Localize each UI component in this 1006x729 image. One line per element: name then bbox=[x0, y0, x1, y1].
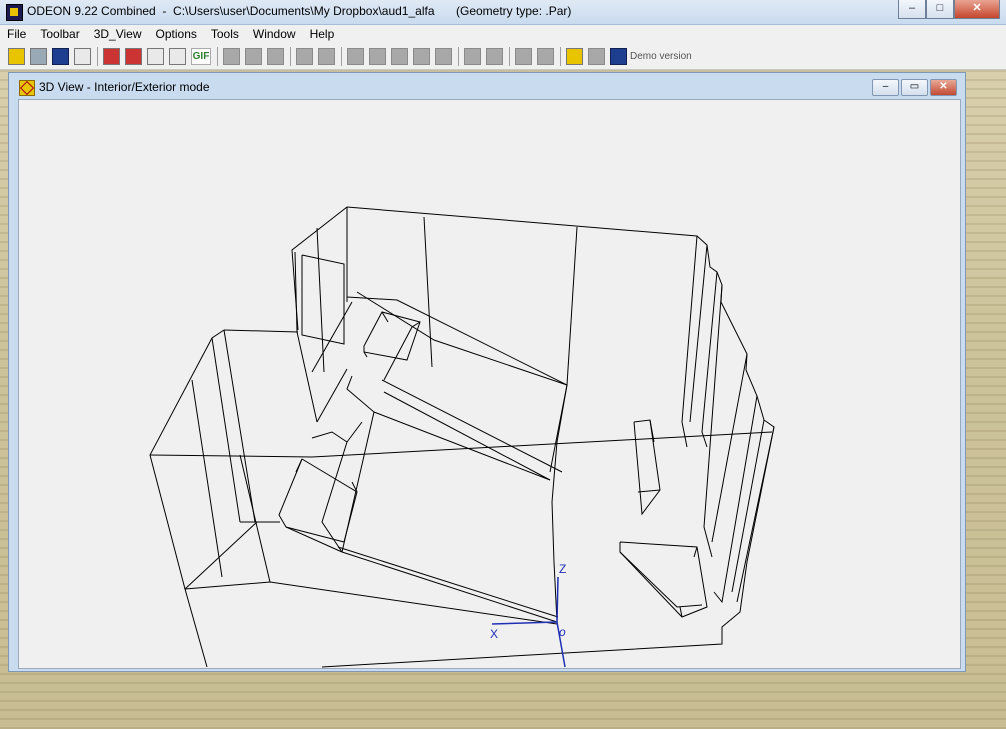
window-caption-buttons: – □ ✕ bbox=[898, 0, 1000, 19]
scatter-icon[interactable] bbox=[169, 48, 186, 65]
wireframe-lines bbox=[149, 206, 775, 668]
toolbar-separator bbox=[217, 47, 218, 66]
menu-file[interactable]: File bbox=[0, 25, 33, 44]
toolbar-separator bbox=[341, 47, 342, 66]
close-button[interactable]: ✕ bbox=[954, 0, 1000, 19]
3d-view-caption-buttons: – ▭ ✕ bbox=[872, 79, 957, 96]
room-wireframe[interactable]: Z X o bbox=[19, 100, 961, 669]
geometry-type-label: (Geometry type: .Par) bbox=[456, 4, 572, 18]
info-icon[interactable] bbox=[223, 48, 240, 65]
menu-toolbar[interactable]: Toolbar bbox=[33, 25, 86, 44]
page-icon[interactable] bbox=[267, 48, 284, 65]
room-icon[interactable] bbox=[30, 48, 47, 65]
origin-label: o bbox=[559, 625, 566, 639]
menu-help[interactable]: Help bbox=[303, 25, 342, 44]
child-restore-button[interactable]: ▭ bbox=[901, 79, 928, 96]
menu-tools[interactable]: Tools bbox=[204, 25, 246, 44]
3d-view-title: 3D View - Interior/Exterior mode bbox=[39, 80, 210, 94]
demo-version-label: Demo version bbox=[630, 51, 692, 62]
fan-icon[interactable] bbox=[413, 48, 430, 65]
menu-bar: File Toolbar 3D_View Options Tools Windo… bbox=[0, 25, 1006, 44]
hatch-icon[interactable] bbox=[369, 48, 386, 65]
x-axis bbox=[491, 621, 558, 625]
list-icon[interactable] bbox=[435, 48, 452, 65]
menu-options[interactable]: Options bbox=[149, 25, 204, 44]
square-icon[interactable] bbox=[537, 48, 554, 65]
maximize-button[interactable]: □ bbox=[926, 0, 954, 19]
child-close-button[interactable]: ✕ bbox=[930, 79, 957, 96]
3d-view-title-bar[interactable]: 3D View - Interior/Exterior mode – ▭ ✕ bbox=[9, 73, 965, 99]
open-folder-icon[interactable] bbox=[8, 48, 25, 65]
3d-view-icon[interactable] bbox=[19, 80, 35, 96]
child-minimize-button[interactable]: – bbox=[872, 79, 899, 96]
speaker-icon[interactable] bbox=[296, 48, 313, 65]
toolbar-separator bbox=[509, 47, 510, 66]
menu-window[interactable]: Window bbox=[246, 25, 303, 44]
report-icon[interactable] bbox=[103, 48, 120, 65]
flag-icon[interactable] bbox=[588, 48, 605, 65]
cube-icon[interactable] bbox=[610, 48, 627, 65]
toolbar-separator bbox=[458, 47, 459, 66]
z-axis-label: Z bbox=[559, 562, 566, 576]
panel-icon[interactable] bbox=[318, 48, 335, 65]
toolbar-separator bbox=[97, 47, 98, 66]
app-title: ODEON 9.22 Combined - C:\Users\user\Docu… bbox=[27, 4, 435, 18]
3d-view-window[interactable]: 3D View - Interior/Exterior mode – ▭ ✕ Z… bbox=[8, 72, 966, 672]
toolbar-separator bbox=[560, 47, 561, 66]
toolbar-separator bbox=[290, 47, 291, 66]
chart-icon[interactable] bbox=[147, 48, 164, 65]
app-title-bar[interactable]: ODEON 9.22 Combined - C:\Users\user\Docu… bbox=[0, 0, 1006, 25]
main-toolbar: GIF Demo version bbox=[0, 44, 1006, 70]
dots-icon[interactable] bbox=[486, 48, 503, 65]
xy-report-icon[interactable] bbox=[125, 48, 142, 65]
block-icon[interactable] bbox=[245, 48, 262, 65]
menu-3d-view[interactable]: 3D_View bbox=[87, 25, 149, 44]
odeon-app-icon[interactable] bbox=[6, 4, 23, 21]
grid-icon[interactable] bbox=[52, 48, 69, 65]
3d-view-icon[interactable] bbox=[566, 48, 583, 65]
wrench-icon[interactable] bbox=[347, 48, 364, 65]
print-icon[interactable] bbox=[74, 48, 91, 65]
minimize-button[interactable]: – bbox=[898, 0, 926, 19]
3d-viewport[interactable]: Z X o bbox=[18, 99, 961, 669]
z-axis bbox=[556, 576, 559, 623]
x-axis-label: X bbox=[490, 627, 498, 641]
mesh-icon[interactable] bbox=[391, 48, 408, 65]
zigzag-icon[interactable] bbox=[464, 48, 481, 65]
gif-icon[interactable]: GIF bbox=[191, 48, 211, 65]
measure-icon[interactable] bbox=[515, 48, 532, 65]
